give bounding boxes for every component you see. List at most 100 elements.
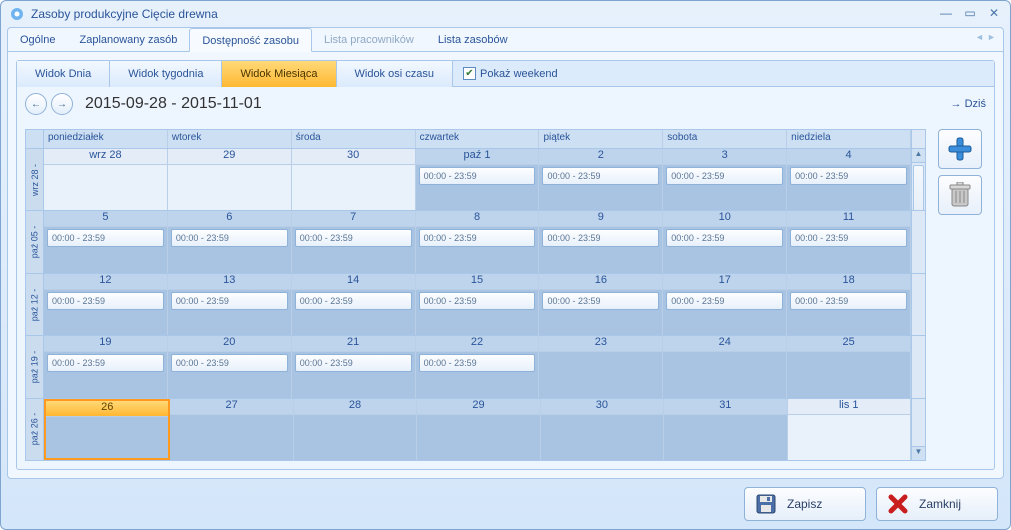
calendar-cell[interactable]: 31 <box>664 399 787 460</box>
day-number: 31 <box>664 399 786 415</box>
availability-entry[interactable]: 00:00 - 23:59 <box>666 229 783 247</box>
calendar-cell[interactable]: 1800:00 - 23:59 <box>787 274 911 335</box>
availability-entry[interactable]: 00:00 - 23:59 <box>419 354 536 372</box>
close-icon <box>887 493 909 515</box>
vertical-scrollbar[interactable] <box>911 274 925 335</box>
scroll-up-icon[interactable]: ▲ <box>912 149 925 163</box>
row-label: paź 12 - <box>26 274 44 335</box>
view-tab-3[interactable]: Widok osi czasu <box>337 61 453 87</box>
availability-entry[interactable]: 00:00 - 23:59 <box>666 292 783 310</box>
calendar-cell[interactable]: 2 00:00 - 23:59 <box>539 149 663 210</box>
show-weekend-checkbox[interactable]: ✔ Pokaż weekend <box>463 67 558 80</box>
calendar-cell[interactable]: 28 <box>294 399 417 460</box>
scroll-down-icon[interactable]: ▼ <box>912 446 925 460</box>
availability-entry[interactable]: 00:00 - 23:59 <box>542 292 659 310</box>
vertical-scrollbar[interactable]: ▲ <box>911 149 925 210</box>
calendar-cell[interactable]: 30 <box>541 399 664 460</box>
tab-next-icon[interactable]: ► <box>987 32 997 46</box>
availability-entry[interactable]: 00:00 - 23:59 <box>542 229 659 247</box>
calendar-cell[interactable]: 2000:00 - 23:59 <box>168 336 292 397</box>
calendar-cell[interactable]: 1000:00 - 23:59 <box>663 211 787 272</box>
save-button[interactable]: Zapisz <box>744 487 866 521</box>
calendar-cell[interactable]: wrz 28 <box>44 149 168 210</box>
main-tab-2[interactable]: Dostępność zasobu <box>189 28 312 52</box>
calendar-cell[interactable]: 8 00:00 - 23:59 <box>416 211 540 272</box>
availability-entry[interactable]: 00:00 - 23:59 <box>171 354 288 372</box>
calendar-cell[interactable]: 2200:00 - 23:59 <box>416 336 540 397</box>
calendar-cell[interactable]: 400:00 - 23:59 <box>787 149 911 210</box>
day-number: 5 <box>44 211 167 227</box>
calendar-cell[interactable]: lis 1 <box>788 399 911 460</box>
maximize-button[interactable]: ▭ <box>962 7 978 21</box>
calendar-cell[interactable]: 1100:00 - 23:59 <box>787 211 911 272</box>
availability-entry[interactable]: 00:00 - 23:59 <box>171 229 288 247</box>
availability-entry[interactable]: 00:00 - 23:59 <box>295 354 412 372</box>
calendar-cell[interactable]: 1400:00 - 23:59 <box>292 274 416 335</box>
window: Zasoby produkcyjne Cięcie drewna — ▭ ✕ O… <box>0 0 1011 530</box>
calendar-cell[interactable]: 1900:00 - 23:59 <box>44 336 168 397</box>
minimize-button[interactable]: — <box>938 7 954 21</box>
main-tab-3: Lista pracowników <box>312 28 426 52</box>
calendar-cell[interactable]: 1200:00 - 23:59 <box>44 274 168 335</box>
tab-prev-icon[interactable]: ◄ <box>975 32 985 46</box>
calendar-cell[interactable]: 29 <box>168 149 292 210</box>
availability-entry[interactable]: 00:00 - 23:59 <box>419 229 536 247</box>
availability-entry[interactable]: 00:00 - 23:59 <box>295 292 412 310</box>
calendar-cell[interactable]: 900:00 - 23:59 <box>539 211 663 272</box>
main-tabs: OgólneZaplanowany zasóbDostępność zasobu… <box>8 28 1003 52</box>
calendar-cell[interactable]: 1600:00 - 23:59 <box>539 274 663 335</box>
vertical-scrollbar[interactable] <box>911 336 925 397</box>
vertical-scrollbar[interactable] <box>911 211 925 272</box>
calendar-cell[interactable]: 1300:00 - 23:59 <box>168 274 292 335</box>
availability-entry[interactable]: 00:00 - 23:59 <box>47 229 164 247</box>
main-tab-0[interactable]: Ogólne <box>8 28 67 52</box>
today-link[interactable]: → Dziś <box>951 98 986 110</box>
day-number: 17 <box>663 274 786 290</box>
calendar-cell[interactable]: 29 <box>417 399 540 460</box>
calendar-cell[interactable]: 1500:00 - 23:59 <box>416 274 540 335</box>
calendar-cell[interactable]: 27 <box>170 399 293 460</box>
calendar-cell[interactable]: 17 00:00 - 23:59 <box>663 274 787 335</box>
calendar-cell[interactable]: 300:00 - 23:59 <box>663 149 787 210</box>
calendar-cell[interactable]: 5 00:00 - 23:59 <box>44 211 168 272</box>
day-number: 8 <box>416 211 539 227</box>
availability-entry[interactable]: 00:00 - 23:59 <box>542 167 659 185</box>
availability-entry[interactable]: 00:00 - 23:59 <box>419 292 536 310</box>
prev-period-button[interactable]: ← <box>25 93 47 115</box>
view-tab-2[interactable]: Widok Miesiąca <box>222 61 336 87</box>
calendar-cell[interactable]: 600:00 - 23:59 <box>168 211 292 272</box>
calendar-cell[interactable]: 2100:00 - 23:59 <box>292 336 416 397</box>
close-button[interactable]: Zamknij <box>876 487 998 521</box>
calendar-cell[interactable]: 25 <box>787 336 911 397</box>
availability-entry[interactable]: 00:00 - 23:59 <box>47 292 164 310</box>
delete-button[interactable] <box>938 175 982 215</box>
day-number: 30 <box>541 399 663 415</box>
next-period-button[interactable]: → <box>51 93 73 115</box>
availability-entry[interactable]: 00:00 - 23:59 <box>295 229 412 247</box>
view-tab-0[interactable]: Widok Dnia <box>17 61 110 87</box>
calendar-cell[interactable]: 700:00 - 23:59 <box>292 211 416 272</box>
day-header-0: poniedziałek <box>44 130 168 148</box>
calendar-cell[interactable]: 23 <box>539 336 663 397</box>
calendar-cell[interactable]: 30 <box>292 149 416 210</box>
availability-entry[interactable]: 00:00 - 23:59 <box>790 167 907 185</box>
availability-entry[interactable]: 00:00 - 23:59 <box>171 292 288 310</box>
add-button[interactable] <box>938 129 982 169</box>
availability-entry[interactable]: 00:00 - 23:59 <box>790 229 907 247</box>
row-label: paź 05 - <box>26 211 44 272</box>
calendar-cell[interactable]: paź 100:00 - 23:59 <box>416 149 540 210</box>
vertical-scrollbar[interactable]: ▼ <box>911 399 925 460</box>
calendar-row: wrz 28 -wrz 282930paź 100:00 - 23:59200:… <box>26 148 925 210</box>
availability-entry[interactable]: 00:00 - 23:59 <box>419 167 536 185</box>
close-window-button[interactable]: ✕ <box>986 7 1002 21</box>
calendar-cell[interactable]: 24 <box>663 336 787 397</box>
day-number: 2 <box>539 149 662 165</box>
main-tab-4[interactable]: Lista zasobów <box>426 28 520 52</box>
main-tab-1[interactable]: Zaplanowany zasób <box>67 28 189 52</box>
calendar-cell[interactable]: 26 <box>44 399 170 460</box>
availability-entry[interactable]: 00:00 - 23:59 <box>790 292 907 310</box>
availability-entry[interactable]: 00:00 - 23:59 <box>47 354 164 372</box>
availability-entry[interactable]: 00:00 - 23:59 <box>666 167 783 185</box>
view-tab-1[interactable]: Widok tygodnia <box>110 61 222 87</box>
save-icon <box>755 493 777 515</box>
